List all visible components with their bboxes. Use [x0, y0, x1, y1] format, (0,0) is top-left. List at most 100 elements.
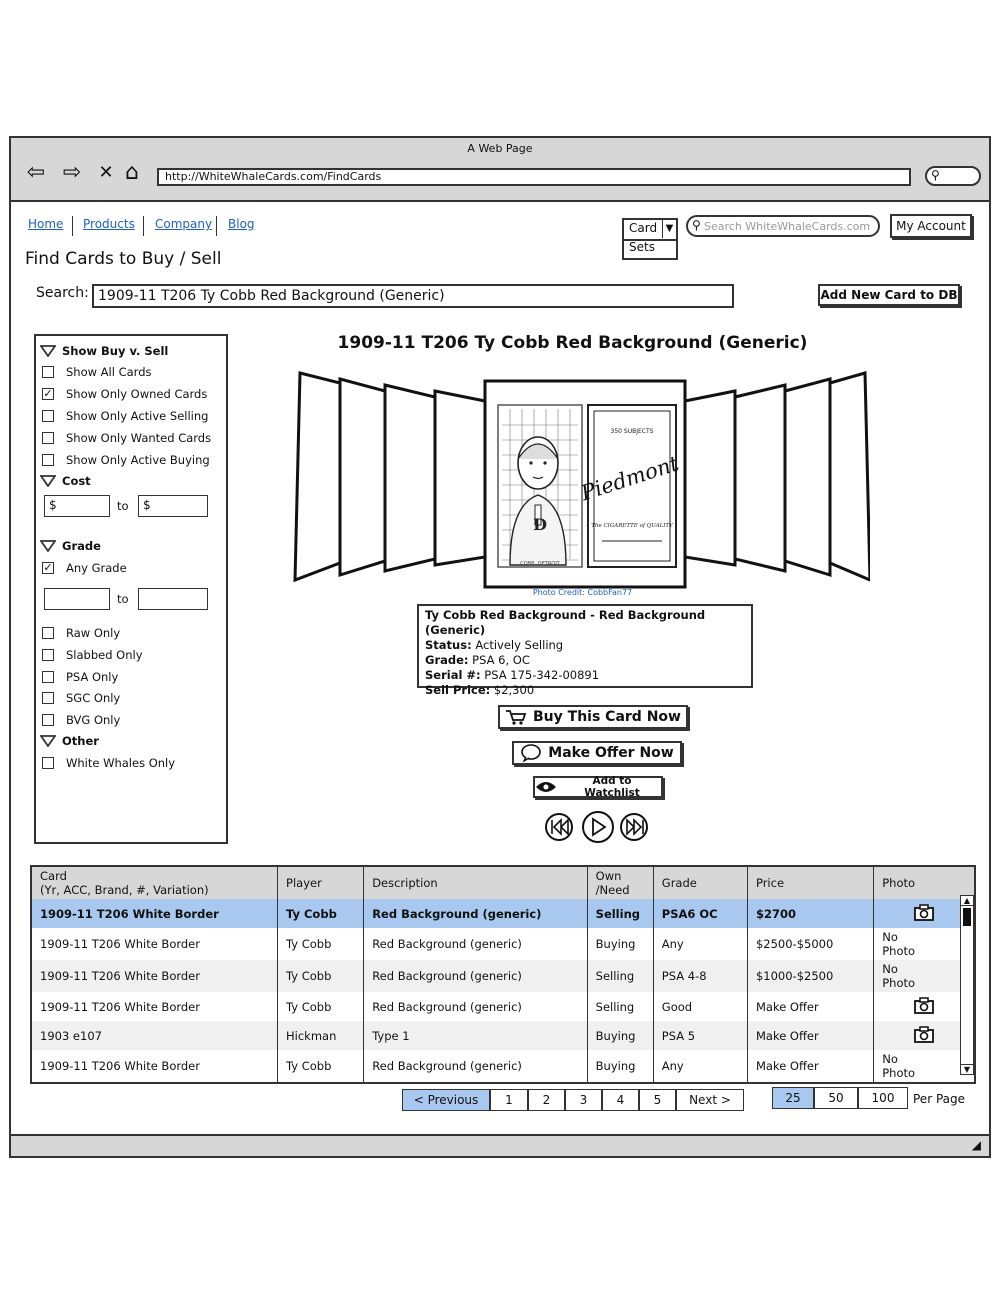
- cost-to-input[interactable]: $: [138, 495, 208, 517]
- filter-header-other[interactable]: Other: [36, 732, 99, 750]
- checkbox-checked[interactable]: ✓: [42, 562, 54, 574]
- camera-icon[interactable]: [913, 1026, 935, 1046]
- site-search-input[interactable]: ⚲ Search WhiteWhaleCards.com: [686, 215, 880, 237]
- checkbox[interactable]: [42, 692, 54, 704]
- table-row[interactable]: 1909-11 T206 White Border Ty Cobb Red Back…: [31, 992, 976, 1021]
- rewind-icon[interactable]: [545, 813, 573, 841]
- per-page-label: Per Page: [913, 1092, 965, 1106]
- checkbox[interactable]: [42, 432, 54, 444]
- filter-label: Show Only Wanted Cards: [66, 431, 212, 445]
- filter-show-owned[interactable]: ✓ Show Only Owned Cards: [36, 385, 207, 403]
- per-page-25-button[interactable]: 25: [772, 1087, 814, 1109]
- filter-header-show[interactable]: Show Buy v. Sell: [36, 342, 168, 360]
- eye-icon: [535, 782, 556, 792]
- filter-any-grade[interactable]: ✓ Any Grade: [36, 559, 127, 577]
- filter-psa-only[interactable]: PSA Only: [36, 668, 118, 686]
- add-watchlist-button[interactable]: Add to Watchlist: [533, 775, 663, 799]
- resize-grip-icon[interactable]: ◢: [972, 1138, 981, 1152]
- scroll-down-icon[interactable]: ▼: [961, 1064, 973, 1074]
- checkbox-checked[interactable]: ✓: [42, 388, 54, 400]
- buy-card-button[interactable]: Buy This Card Now: [498, 705, 688, 729]
- column-header-description[interactable]: Description: [363, 866, 588, 899]
- filter-header-grade[interactable]: Grade: [36, 537, 101, 555]
- camera-icon[interactable]: [913, 997, 935, 1017]
- chevron-down-icon[interactable]: ▼: [662, 220, 676, 238]
- make-offer-button[interactable]: Make Offer Now: [512, 741, 682, 765]
- collapse-triangle-icon[interactable]: [40, 735, 56, 747]
- per-page-100-button[interactable]: 100: [858, 1087, 908, 1109]
- page-3-button[interactable]: 3: [565, 1089, 602, 1111]
- filter-show-active-selling[interactable]: Show Only Active Selling: [36, 407, 208, 425]
- checkbox[interactable]: [42, 757, 54, 769]
- checkbox[interactable]: [42, 454, 54, 466]
- filter-sgc-only[interactable]: SGC Only: [36, 689, 120, 707]
- filter-raw-only[interactable]: Raw Only: [36, 624, 120, 642]
- column-header-player[interactable]: Player: [277, 866, 365, 899]
- previous-page-button[interactable]: < Previous: [402, 1089, 490, 1111]
- search-type-selected[interactable]: Card: [629, 221, 657, 235]
- filter-label: Any Grade: [66, 561, 127, 575]
- nav-company[interactable]: Company: [155, 217, 212, 231]
- page-2-button[interactable]: 2: [528, 1089, 565, 1111]
- column-header-card[interactable]: Card (Yr, ACC, Brand, #, Variation): [31, 866, 279, 899]
- speech-bubble-icon: [521, 744, 542, 762]
- collapse-triangle-icon[interactable]: [40, 475, 56, 487]
- collapse-triangle-icon[interactable]: [40, 345, 56, 357]
- table-row[interactable]: 1909-11 T206 White Border Ty Cobb Red Back…: [31, 1050, 976, 1083]
- scrollbar-thumb[interactable]: [963, 908, 971, 926]
- nav-products[interactable]: Products: [83, 217, 135, 231]
- checkbox[interactable]: [42, 366, 54, 378]
- camera-icon[interactable]: [913, 904, 935, 924]
- grade-to-input[interactable]: [138, 588, 208, 610]
- table-row[interactable]: 1909-11 T206 White Border Ty Cobb Red Back…: [31, 928, 976, 960]
- back-icon[interactable]: ⇦: [23, 160, 49, 186]
- filter-white-whales-only[interactable]: White Whales Only: [36, 754, 175, 772]
- filter-show-active-buying[interactable]: Show Only Active Buying: [36, 451, 210, 469]
- collapse-triangle-icon[interactable]: [40, 540, 56, 552]
- grade-from-input[interactable]: [44, 588, 110, 610]
- filter-header-cost[interactable]: Cost: [36, 472, 91, 490]
- add-new-card-button[interactable]: Add New Card to DB: [818, 284, 960, 306]
- nav-home[interactable]: Home: [28, 217, 63, 231]
- checkbox[interactable]: [42, 410, 54, 422]
- play-icon[interactable]: [582, 811, 614, 843]
- card-search-input[interactable]: 1909-11 T206 Ty Cobb Red Background (Gen…: [92, 284, 734, 308]
- checkbox[interactable]: [42, 714, 54, 726]
- search-type-dropdown[interactable]: Card ▼ Sets: [622, 218, 678, 260]
- filter-show-all[interactable]: Show All Cards: [36, 363, 152, 381]
- filter-bvg-only[interactable]: BVG Only: [36, 711, 120, 729]
- table-row[interactable]: 1909-11 T206 White Border Ty Cobb Red Back…: [31, 899, 976, 928]
- nav-blog[interactable]: Blog: [228, 217, 255, 231]
- close-icon[interactable]: ✕: [93, 160, 119, 186]
- checkbox[interactable]: [42, 649, 54, 661]
- search-type-option-sets[interactable]: Sets: [629, 240, 655, 254]
- info-price-label: Sell Price:: [425, 683, 491, 697]
- column-header-grade[interactable]: Grade: [653, 866, 748, 899]
- info-serial-value: PSA 175-342-00891: [484, 668, 600, 682]
- cost-from-input[interactable]: $: [44, 495, 110, 517]
- page-1-button[interactable]: 1: [490, 1089, 528, 1111]
- home-icon[interactable]: ⌂: [119, 160, 145, 186]
- checkbox[interactable]: [42, 671, 54, 683]
- forward-icon[interactable]: ⇨: [59, 160, 85, 186]
- table-scrollbar[interactable]: ▲ ▼: [960, 895, 974, 1075]
- column-header-price[interactable]: Price: [747, 866, 875, 899]
- scroll-up-icon[interactable]: ▲: [961, 896, 973, 906]
- carousel-card-left-3: [383, 383, 437, 573]
- card-carousel[interactable]: D COBB, DETROIT 350 SUBJECTS Piedmont Th…: [290, 365, 870, 595]
- filter-show-wanted[interactable]: Show Only Wanted Cards: [36, 429, 211, 447]
- fast-forward-icon[interactable]: [620, 813, 648, 841]
- filter-label: BVG Only: [66, 713, 121, 727]
- filter-slabbed-only[interactable]: Slabbed Only: [36, 646, 143, 664]
- per-page-50-button[interactable]: 50: [814, 1087, 858, 1109]
- checkbox[interactable]: [42, 627, 54, 639]
- next-page-button[interactable]: Next >: [676, 1089, 744, 1111]
- page-5-button[interactable]: 5: [639, 1089, 676, 1111]
- table-row[interactable]: 1909-11 T206 White Border Ty Cobb Red Back…: [31, 960, 976, 992]
- page-4-button[interactable]: 4: [602, 1089, 639, 1111]
- my-account-button[interactable]: My Account: [890, 214, 972, 238]
- column-header-own-need[interactable]: Own/Need: [587, 866, 654, 899]
- browser-search[interactable]: ⚲: [925, 166, 981, 186]
- table-row[interactable]: 1903 e107 Hickman Type 1 Buying PSA 5 Make Of…: [31, 1021, 976, 1050]
- url-bar[interactable]: http://WhiteWhaleCards.com/FindCards: [157, 168, 911, 186]
